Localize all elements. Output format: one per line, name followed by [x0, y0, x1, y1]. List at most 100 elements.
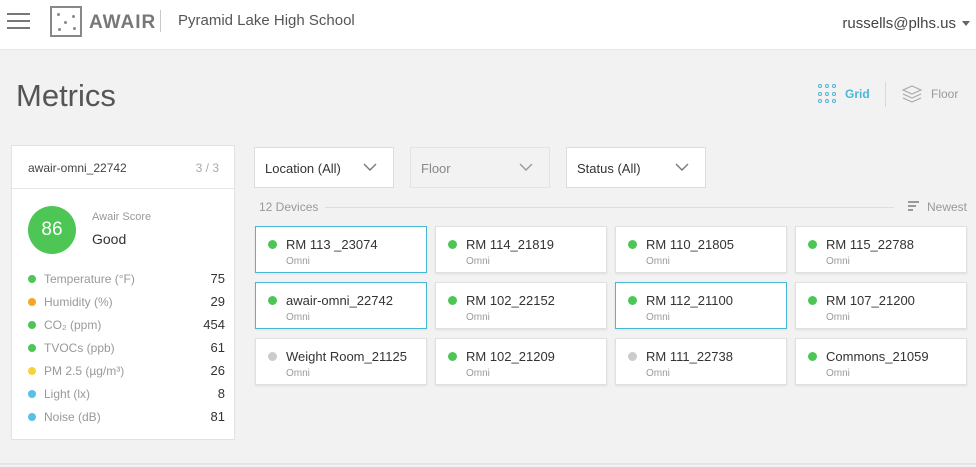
device-type: Omni [286, 256, 310, 267]
location-filter-label: Location (All) [265, 161, 341, 176]
metric-row: Light (lx) 8 [28, 386, 225, 402]
metric-value: 29 [210, 294, 225, 309]
device-name: Commons_21059 [826, 349, 929, 364]
device-detail-name: awair-omni_22742 [28, 161, 127, 175]
awair-logo-icon[interactable] [50, 6, 82, 37]
device-type: Omni [826, 312, 850, 323]
metric-label: Humidity (%) [44, 295, 113, 309]
metric-row: CO₂ (ppm) 454 [28, 317, 225, 333]
metric-label: Noise (dB) [44, 410, 101, 424]
device-card[interactable]: RM 107_21200 Omni [795, 282, 967, 329]
hamburger-icon[interactable] [7, 13, 30, 30]
device-name: RM 113 _23074 [286, 237, 378, 252]
device-card[interactable]: RM 114_21819 Omni [435, 226, 607, 273]
metric-label: TVOCs (ppb) [44, 341, 115, 355]
metric-status-dot [28, 275, 36, 283]
metric-value: 75 [210, 271, 225, 286]
device-card[interactable]: RM 110_21805 Omni [615, 226, 787, 273]
device-type: Omni [466, 256, 490, 267]
device-type: Omni [646, 256, 670, 267]
device-status-dot [448, 296, 457, 305]
user-menu[interactable]: russells@plhs.us [842, 15, 956, 32]
chevron-down-icon [675, 163, 689, 171]
organization-name: Pyramid Lake High School [178, 12, 355, 29]
device-status-dot [808, 240, 817, 249]
metric-value: 81 [210, 409, 225, 424]
device-status-dot [628, 240, 637, 249]
metric-row: Temperature (°F) 75 [28, 271, 225, 287]
grid-dots-icon [818, 84, 838, 104]
floor-filter[interactable]: Floor [410, 147, 550, 188]
device-detail-header: awair-omni_22742 3 / 3 [12, 146, 234, 189]
metric-status-dot [28, 321, 36, 329]
metric-value: 454 [203, 317, 225, 332]
device-detail-pager: 3 / 3 [195, 161, 219, 175]
device-name: RM 110_21805 [646, 237, 734, 252]
device-type: Omni [466, 368, 490, 379]
device-status-dot [268, 352, 277, 361]
view-grid-label: Grid [845, 87, 870, 101]
awair-score-badge: 86 [28, 206, 76, 254]
caret-down-icon[interactable] [962, 21, 970, 26]
view-grid-button[interactable]: Grid [818, 84, 870, 104]
chevron-down-icon [363, 163, 377, 171]
metric-value: 8 [217, 386, 225, 401]
device-card[interactable]: RM 113 _23074 Omni [255, 226, 427, 273]
floor-filter-label: Floor [421, 161, 451, 176]
metric-status-dot [28, 298, 36, 306]
device-count-divider [325, 207, 894, 208]
device-name: RM 115_22788 [826, 237, 914, 252]
brand-divider [160, 10, 161, 32]
device-type: Omni [646, 312, 670, 323]
metric-row: TVOCs (ppb) 61 [28, 340, 225, 356]
view-floor-label: Floor [931, 87, 959, 101]
metric-row: Noise (dB) 81 [28, 409, 225, 425]
awair-score-rating: Good [92, 231, 127, 247]
device-card[interactable]: RM 102_22152 Omni [435, 282, 607, 329]
device-type: Omni [646, 368, 670, 379]
device-name: RM 111_22738 [646, 349, 733, 364]
device-name: awair-omni_22742 [286, 293, 393, 308]
metric-status-dot [28, 413, 36, 421]
metric-status-dot [28, 344, 36, 352]
device-status-dot [628, 296, 637, 305]
device-card[interactable]: RM 111_22738 Omni [615, 338, 787, 385]
chevron-down-icon [519, 163, 533, 171]
sort-button[interactable]: Newest [908, 200, 967, 214]
device-card[interactable]: RM 112_21100 Omni [615, 282, 787, 329]
metric-label: PM 2.5 (µg/m³) [44, 364, 125, 378]
metric-row: PM 2.5 (µg/m³) 26 [28, 363, 225, 379]
device-type: Omni [286, 368, 310, 379]
device-card[interactable]: RM 115_22788 Omni [795, 226, 967, 273]
metric-status-dot [28, 390, 36, 398]
metric-status-dot [28, 367, 36, 375]
device-status-dot [808, 296, 817, 305]
view-floor-button[interactable]: Floor [901, 83, 958, 105]
location-filter[interactable]: Location (All) [254, 147, 394, 188]
page-title: Metrics [16, 78, 116, 113]
sort-lines-icon [908, 201, 919, 213]
metric-row: Humidity (%) 29 [28, 294, 225, 310]
device-name: RM 102_22152 [466, 293, 555, 308]
device-count: 12 Devices [259, 200, 319, 214]
device-card[interactable]: RM 102_21209 Omni [435, 338, 607, 385]
brand-name[interactable]: AWAIR [89, 12, 156, 34]
device-name: Weight Room_21125 [286, 349, 407, 364]
device-card[interactable]: awair-omni_22742 Omni [255, 282, 427, 329]
device-status-dot [628, 352, 637, 361]
metric-label: CO₂ (ppm) [44, 318, 102, 332]
device-status-dot [448, 352, 457, 361]
status-filter[interactable]: Status (All) [566, 147, 706, 188]
device-type: Omni [466, 312, 490, 323]
metric-label: Temperature (°F) [44, 272, 135, 286]
device-status-dot [268, 240, 277, 249]
device-name: RM 114_21819 [466, 237, 554, 252]
device-status-dot [808, 352, 817, 361]
device-card[interactable]: Commons_21059 Omni [795, 338, 967, 385]
device-card[interactable]: Weight Room_21125 Omni [255, 338, 427, 385]
device-type: Omni [826, 368, 850, 379]
device-type: Omni [286, 312, 310, 323]
device-name: RM 112_21100 [646, 293, 733, 308]
device-type: Omni [826, 256, 850, 267]
view-divider [885, 82, 886, 107]
